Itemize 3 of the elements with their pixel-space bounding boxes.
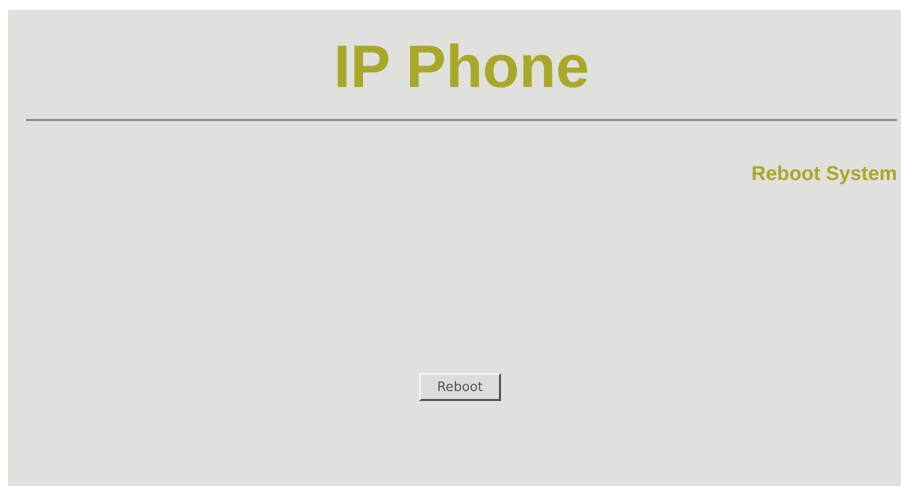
page-title: IP Phone	[332, 32, 590, 102]
section-heading: Reboot System	[751, 163, 897, 186]
reboot-button[interactable]: Reboot	[419, 373, 501, 401]
